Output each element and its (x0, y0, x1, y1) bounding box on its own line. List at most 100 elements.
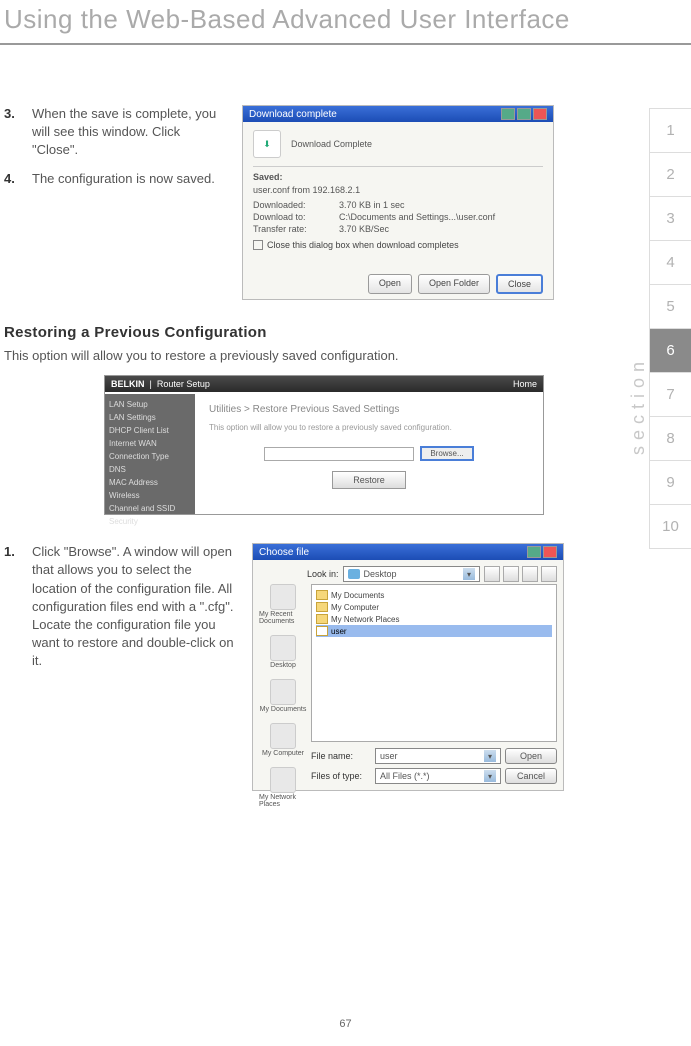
tab-8[interactable]: 8 (649, 416, 691, 461)
restore-heading: Restoring a Previous Configuration (4, 324, 629, 341)
row-k: Transfer rate: (253, 224, 333, 234)
panel-title: Utilities > Restore Previous Saved Setti… (209, 404, 529, 415)
step-text: Click "Browse". A window will open that … (32, 543, 234, 670)
chevron-down-icon[interactable]: ▾ (484, 750, 496, 762)
desktop-icon (348, 569, 360, 579)
browse-button[interactable]: Browse... (420, 446, 473, 461)
close-icon[interactable] (533, 108, 547, 120)
step-num: 4. (4, 170, 22, 188)
filename-input[interactable]: user▾ (375, 748, 501, 764)
sidebar-item[interactable]: LAN Settings (109, 411, 191, 424)
download-icon: ⬇ (253, 130, 281, 158)
router-restore-screenshot: BELKIN | Router Setup Home LAN Setup LAN… (104, 375, 544, 515)
lookin-label: Look in: (307, 569, 339, 579)
desktop-icon (270, 635, 296, 661)
lookin-combobox[interactable]: Desktop ▾ (343, 566, 480, 582)
open-button[interactable]: Open (368, 274, 412, 294)
tab-4[interactable]: 4 (649, 240, 691, 285)
close-icon[interactable] (543, 546, 557, 558)
sidebar-item[interactable]: Channel and SSID (109, 502, 191, 515)
page-number: 67 (0, 1018, 691, 1030)
tab-2[interactable]: 2 (649, 152, 691, 197)
row-k: Downloaded: (253, 200, 333, 210)
network-icon (270, 767, 296, 793)
file-list[interactable]: My Documents My Computer My Network Plac… (311, 584, 557, 742)
step-text: When the save is complete, you will see … (32, 105, 224, 160)
step-text: The configuration is now saved. (32, 170, 215, 188)
places-bar: My Recent Documents Desktop My Documents… (259, 584, 307, 742)
chevron-down-icon[interactable]: ▾ (484, 770, 496, 782)
sidebar-item[interactable]: Security (109, 515, 191, 528)
computer-icon (270, 723, 296, 749)
back-icon[interactable] (484, 566, 500, 582)
brand: BELKIN (111, 379, 145, 389)
step-1: 1. Click "Browse". A window will open th… (4, 543, 234, 670)
checkbox-label: Close this dialog box when download comp… (267, 240, 459, 250)
open-button[interactable]: Open (505, 748, 557, 764)
list-item[interactable]: My Documents (316, 589, 552, 601)
saved-value: user.conf from 192.168.2.1 (253, 184, 543, 197)
close-when-done-checkbox[interactable]: Close this dialog box when download comp… (253, 240, 543, 250)
chevron-down-icon[interactable]: ▾ (463, 568, 475, 580)
tab-6[interactable]: 6 (649, 328, 691, 373)
tab-5[interactable]: 5 (649, 284, 691, 329)
page-title: Using the Web-Based Advanced User Interf… (0, 0, 691, 45)
window-buttons (501, 108, 547, 120)
sidebar-item[interactable]: MAC Address (109, 476, 191, 489)
tab-1[interactable]: 1 (649, 108, 691, 153)
folder-icon (316, 602, 328, 612)
place-computer[interactable]: My Computer (262, 723, 304, 757)
place-network[interactable]: My Network Places (259, 767, 307, 808)
maximize-icon[interactable] (517, 108, 531, 120)
home-link[interactable]: Home (513, 379, 537, 389)
choose-file-screenshot: Choose file Look in: Desktop ▾ (252, 543, 564, 791)
minimize-icon[interactable] (501, 108, 515, 120)
tab-10[interactable]: 10 (649, 504, 691, 549)
row-v: C:\Documents and Settings...\user.conf (339, 212, 543, 222)
sidebar-item[interactable]: Internet WAN (109, 437, 191, 450)
open-folder-button[interactable]: Open Folder (418, 274, 490, 294)
row-v: 3.70 KB in 1 sec (339, 200, 543, 210)
section-label: section (628, 356, 649, 455)
up-icon[interactable] (503, 566, 519, 582)
sidebar-item[interactable]: DHCP Client List (109, 424, 191, 437)
folder-icon (316, 590, 328, 600)
sidebar-item[interactable]: LAN Setup (109, 398, 191, 411)
dialog-title: Download complete (249, 109, 337, 120)
lookin-value: Desktop (364, 569, 397, 579)
step-3: 3. When the save is complete, you will s… (4, 105, 224, 160)
filetype-select[interactable]: All Files (*.*)▾ (375, 768, 501, 784)
step-4: 4. The configuration is now saved. (4, 170, 224, 188)
brand-sub: Router Setup (157, 379, 210, 389)
help-icon[interactable] (527, 546, 541, 558)
sidebar-item[interactable]: DNS (109, 463, 191, 476)
tab-9[interactable]: 9 (649, 460, 691, 505)
download-complete-screenshot: Download complete ⬇ Download Complete Sa… (242, 105, 554, 300)
restore-button[interactable]: Restore (332, 471, 406, 489)
list-item-selected[interactable]: user (316, 625, 552, 637)
step-num: 3. (4, 105, 22, 160)
sidebar-item[interactable]: Wireless (109, 489, 191, 502)
place-recent[interactable]: My Recent Documents (259, 584, 307, 625)
tab-3[interactable]: 3 (649, 196, 691, 241)
folder-icon (270, 584, 296, 610)
filename-label: File name: (311, 751, 371, 761)
place-desktop[interactable]: Desktop (270, 635, 296, 669)
checkbox-icon[interactable] (253, 240, 263, 250)
dialog-title: Choose file (259, 547, 309, 558)
cancel-button[interactable]: Cancel (505, 768, 557, 784)
dialog-titlebar: Choose file (253, 544, 563, 560)
list-item[interactable]: My Network Places (316, 613, 552, 625)
new-folder-icon[interactable] (522, 566, 538, 582)
list-item[interactable]: My Computer (316, 601, 552, 613)
tab-7[interactable]: 7 (649, 372, 691, 417)
dialog-titlebar: Download complete (243, 106, 553, 122)
close-button[interactable]: Close (496, 274, 543, 294)
views-icon[interactable] (541, 566, 557, 582)
restore-paragraph: This option will allow you to restore a … (4, 347, 629, 365)
file-path-input[interactable] (264, 447, 414, 461)
folder-icon (316, 614, 328, 624)
panel-desc: This option will allow you to restore a … (209, 423, 529, 432)
place-documents[interactable]: My Documents (260, 679, 307, 713)
sidebar-item[interactable]: Connection Type (109, 450, 191, 463)
